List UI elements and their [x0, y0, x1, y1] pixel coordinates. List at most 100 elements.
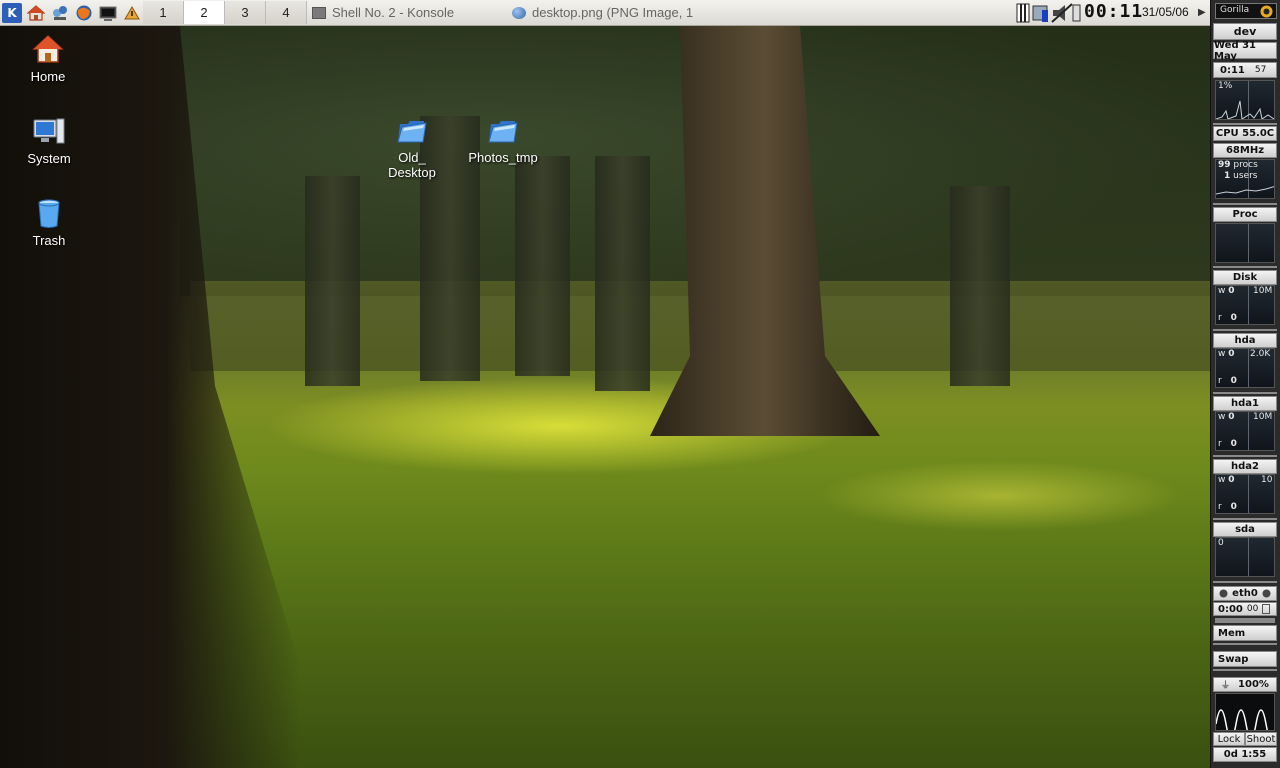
pager-desktop-1[interactable]: 1	[143, 1, 184, 24]
home-icon	[32, 33, 64, 65]
swap-bar	[1213, 669, 1277, 671]
gkrellm-divider	[1213, 455, 1277, 457]
mem-meter[interactable]: Mem	[1213, 625, 1277, 641]
net-timer: 0:00 00	[1213, 602, 1277, 616]
proc-label: Proc	[1213, 207, 1277, 222]
taskbar-item-konsole[interactable]: Shell No. 2 - Konsole	[312, 2, 502, 23]
gkrellm-hostname: dev	[1213, 23, 1277, 40]
desktop-icon-old-desktop[interactable]: Old_ Desktop	[372, 114, 452, 180]
gkrellm-divider	[1213, 266, 1277, 268]
task-title: Shell No. 2 - Konsole	[332, 5, 455, 20]
gkrellm-clock-time: 0:11	[1220, 64, 1245, 76]
terminal-icon	[312, 6, 326, 19]
network-tray-icon[interactable]	[1032, 5, 1048, 22]
desktop-wallpaper	[0, 26, 1210, 768]
disk-graph[interactable]: w 0 10M r 0	[1215, 285, 1275, 325]
desktop-icon-label: Photos_tmp	[468, 150, 538, 165]
kmenu-button[interactable]: K	[2, 3, 22, 23]
cpu-frequency: 68MHz	[1213, 143, 1277, 158]
sda-graph[interactable]: 0	[1215, 537, 1275, 577]
procs-graph[interactable]: 99 procs 1 users	[1215, 159, 1275, 199]
pager-desktop-2[interactable]: 2	[184, 1, 225, 24]
desktop-launcher[interactable]	[122, 3, 142, 23]
battery-meter[interactable]: ⏚ 100%	[1213, 677, 1277, 692]
hda-scale: 2.0K	[1250, 349, 1271, 359]
proc-graph[interactable]	[1215, 223, 1275, 263]
gkrellm-date: Wed 31 May	[1213, 40, 1277, 62]
disk-read: r 0	[1218, 313, 1237, 323]
gkrellm-clock: 0:11 57	[1213, 62, 1277, 78]
hda1-scale: 10M	[1253, 412, 1273, 422]
kde-control-launcher[interactable]	[50, 3, 70, 23]
battery-plug-icon: ⏚	[1221, 681, 1231, 691]
task-title: desktop.png (PNG Image, 1	[532, 5, 694, 20]
firefox-launcher[interactable]	[74, 3, 94, 23]
hda-graph[interactable]: w 0 2.0K r 0	[1215, 348, 1275, 388]
desktop-icon-label-line1: Old_	[398, 150, 426, 165]
gkrellm-divider	[1213, 392, 1277, 394]
wallpaper-tree	[950, 186, 1010, 386]
wallpaper-tree	[305, 176, 360, 386]
sda-label: sda	[1213, 522, 1277, 537]
hda-read: r 0	[1218, 376, 1237, 386]
gkrellm-divider	[1213, 123, 1277, 125]
hda1-graph[interactable]: w 0 10M r 0	[1215, 411, 1275, 451]
disk-scale: 10M	[1253, 286, 1273, 296]
terminal-launcher[interactable]	[98, 3, 118, 23]
firefox-icon	[76, 5, 92, 21]
panel-clock[interactable]: 00:11	[1084, 1, 1143, 22]
desktop-icon-trash[interactable]: Trash	[9, 197, 89, 248]
hda2-read: r 0	[1218, 502, 1237, 512]
klipper-tray-icon[interactable]	[1072, 4, 1081, 22]
battery-tray-icon[interactable]	[1016, 3, 1030, 23]
cpu-graph[interactable]: 1%	[1215, 80, 1275, 120]
swap-meter[interactable]: Swap	[1213, 651, 1277, 667]
gorilla-logo-icon	[1260, 5, 1273, 18]
pager-desktop-4[interactable]: 4	[266, 1, 307, 24]
hda2-label: hda2	[1213, 459, 1277, 474]
hda2-graph[interactable]: w 0 10 r 0	[1215, 474, 1275, 514]
desktop-icon-system[interactable]: System	[9, 115, 89, 166]
gkrellm-clock-seconds: 57	[1254, 65, 1267, 75]
system-tray	[1015, 2, 1081, 24]
taskbar-item-png-viewer[interactable]: desktop.png (PNG Image, 1	[512, 2, 702, 23]
net-eth0-label[interactable]: eth0	[1213, 586, 1277, 601]
hda-label: hda	[1213, 333, 1277, 348]
desktop-icon-label: Home	[30, 69, 66, 84]
desktop-icon-home[interactable]: Home	[8, 33, 88, 84]
gkrellm-titlebar[interactable]: Gorilla	[1215, 3, 1277, 19]
net-timer-time: 0:00	[1218, 603, 1243, 615]
led-rx-icon	[1219, 589, 1228, 598]
hda1-label: hda1	[1213, 396, 1277, 411]
pager-desktop-3[interactable]: 3	[225, 1, 266, 24]
net-timer-button[interactable]	[1262, 604, 1271, 614]
shoot-button[interactable]: Shoot	[1245, 732, 1277, 746]
gkrellm-divider	[1213, 518, 1277, 520]
panel-date[interactable]: 31/05/06	[1142, 5, 1189, 19]
gkrellm-theme-name: Gorilla	[1220, 5, 1250, 15]
wallpaper-tree	[515, 156, 570, 376]
trash-icon	[33, 197, 65, 229]
gkrellm-button-row: Lock Shoot	[1213, 732, 1277, 746]
network-icon	[53, 6, 67, 20]
folder-icon	[396, 114, 428, 146]
hda2-write: w 0	[1218, 475, 1235, 485]
net-timer-seconds: 00	[1246, 604, 1259, 614]
terminal-icon	[99, 6, 117, 21]
hda2-scale: 10	[1261, 475, 1273, 485]
mute-tray-icon[interactable]	[1051, 3, 1073, 23]
net-activity-bar	[1215, 618, 1275, 623]
sine-wave-graph	[1215, 693, 1275, 731]
desktop-icon-label: Trash	[32, 233, 66, 248]
home-launcher[interactable]	[26, 3, 46, 23]
desktop-icon-label: System	[27, 151, 71, 166]
disk-label: Disk	[1213, 270, 1277, 285]
computer-icon	[33, 115, 65, 147]
kicker-panel: K 1 2 3 4 Shell No. 2 - Konsole desktop.…	[0, 0, 1210, 26]
desktop-icon-label-line2: Desktop	[388, 165, 436, 180]
desktop-icon-photos-tmp[interactable]: Photos_tmp	[463, 114, 543, 165]
uptime-days: 0d 1:55	[1213, 747, 1277, 762]
panel-hide-arrow-icon[interactable]: ▶	[1198, 7, 1206, 18]
lock-button[interactable]: Lock	[1213, 732, 1245, 746]
mem-bar	[1213, 643, 1277, 645]
